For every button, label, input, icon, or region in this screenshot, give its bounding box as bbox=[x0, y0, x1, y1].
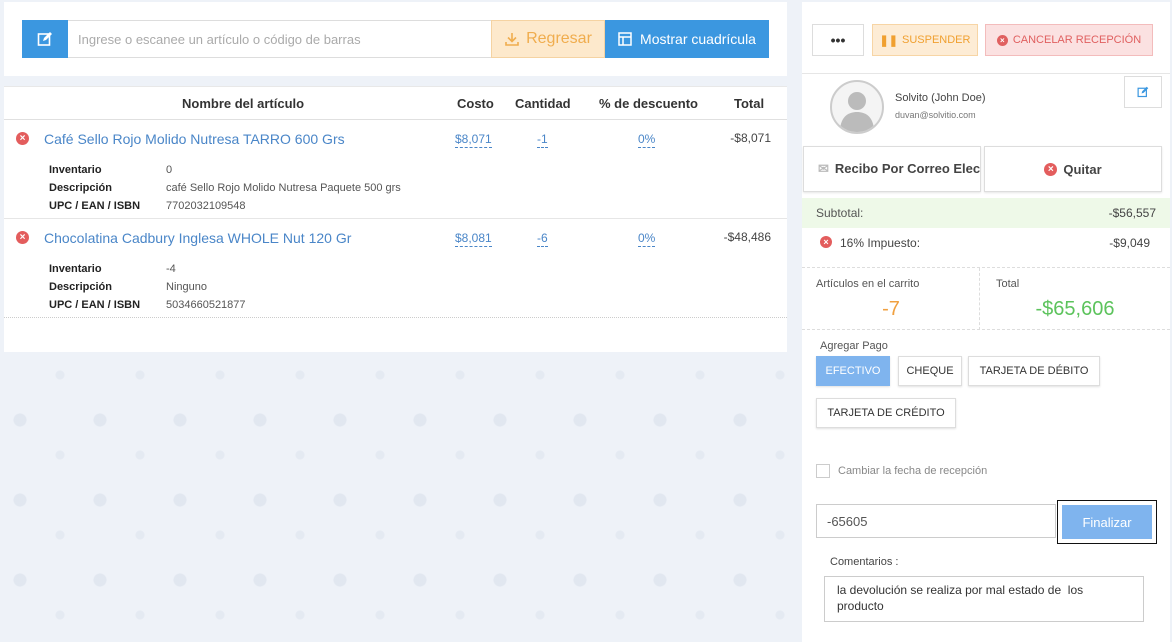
item-discount[interactable]: 0% bbox=[638, 132, 656, 148]
item-name-link[interactable]: Chocolatina Cadbury Inglesa WHOLE Nut 12… bbox=[44, 230, 351, 246]
comments-section: Comentarios : la devolución se realiza p… bbox=[802, 556, 1170, 640]
table-row: × Chocolatina Cadbury Inglesa WHOLE Nut … bbox=[4, 219, 787, 318]
items-table: Nombre del artículo Costo Cantidad % de … bbox=[4, 86, 787, 352]
change-date-checkbox[interactable]: Cambiar la fecha de recepción bbox=[816, 464, 987, 478]
edit-icon bbox=[1137, 86, 1149, 98]
item-upc: UPC / EAN / ISBN 7702032109548 bbox=[49, 200, 246, 212]
email-receipt-button[interactable]: ✉ Recibo Por Correo Electrónico bbox=[803, 146, 981, 192]
amount-input[interactable] bbox=[816, 504, 1056, 538]
avatar bbox=[830, 80, 884, 134]
customer-actions: ✉ Recibo Por Correo Electrónico × Quitar bbox=[802, 146, 1170, 194]
table-header: Nombre del artículo Costo Cantidad % de … bbox=[4, 86, 787, 120]
cart-items-cell: Artículos en el carrito -7 bbox=[802, 268, 980, 330]
item-description: Descripción café Sello Rojo Molido Nutres… bbox=[49, 182, 401, 194]
edit-item-button[interactable] bbox=[22, 20, 68, 58]
remove-label: Quitar bbox=[1063, 161, 1102, 177]
item-inventory: Inventario 0 bbox=[49, 164, 173, 176]
total-label: Total bbox=[996, 278, 1020, 290]
tax-row: × 16% Impuesto: -$9,049 bbox=[802, 228, 1170, 268]
finalize-focus-ring: Finalizar bbox=[1057, 500, 1157, 544]
tax-label: 16% Impuesto: bbox=[840, 236, 921, 250]
item-description: Descripción Ninguno bbox=[49, 281, 207, 293]
cancel-icon: × bbox=[996, 34, 1008, 46]
remove-icon: × bbox=[1044, 162, 1058, 176]
item-qty[interactable]: -1 bbox=[537, 132, 548, 148]
cancel-label: CANCELAR RECEPCIÓN bbox=[1012, 34, 1142, 46]
show-grid-button[interactable]: Mostrar cuadrícula bbox=[605, 20, 769, 58]
payment-section: Agregar Pago EFECTIVO CHEQUE TARJETA DE … bbox=[802, 330, 1170, 500]
customer-info: Solvito (John Doe) duvan@solvitio.com bbox=[802, 74, 1170, 146]
delete-item-icon[interactable]: × bbox=[16, 132, 29, 145]
suspend-button[interactable]: ❚❚ SUSPENDER bbox=[872, 24, 978, 56]
email-receipt-label: Recibo Por Correo Electrónico bbox=[834, 161, 981, 176]
pause-icon: ❚❚ bbox=[879, 34, 898, 47]
item-total: -$48,486 bbox=[723, 230, 771, 244]
edit-customer-button[interactable] bbox=[1124, 76, 1162, 108]
grid-icon bbox=[618, 32, 632, 46]
cancel-receiving-button[interactable]: × CANCELAR RECEPCIÓN bbox=[985, 24, 1153, 56]
grid-label: Mostrar cuadrícula bbox=[640, 31, 756, 47]
checkbox-box[interactable] bbox=[816, 464, 830, 478]
summary: Artículos en el carrito -7 Total -$65,60… bbox=[802, 268, 1170, 330]
header-qty: Cantidad bbox=[515, 96, 571, 111]
total-cell: Total -$65,606 bbox=[980, 268, 1170, 330]
remove-customer-button[interactable]: × Quitar bbox=[984, 146, 1162, 192]
payment-credit-button[interactable]: TARJETA DE CRÉDITO bbox=[816, 398, 956, 428]
register-actions: ••• ❚❚ SUSPENDER × CANCELAR RECEPCIÓN bbox=[802, 2, 1170, 74]
more-button[interactable]: ••• bbox=[812, 24, 864, 56]
user-icon bbox=[840, 92, 874, 132]
payment-cash-button[interactable]: EFECTIVO bbox=[816, 356, 890, 386]
customer-name: Solvito (John Doe) bbox=[895, 92, 986, 104]
download-icon bbox=[505, 33, 519, 46]
item-discount[interactable]: 0% bbox=[638, 231, 656, 247]
cart-items-label: Artículos en el carrito bbox=[816, 278, 920, 290]
add-payment-label: Agregar Pago bbox=[820, 340, 888, 352]
item-upc: UPC / EAN / ISBN 5034660521877 bbox=[49, 299, 246, 311]
header-name: Nombre del artículo bbox=[182, 96, 305, 111]
item-cost[interactable]: $8,081 bbox=[455, 231, 492, 247]
payment-debit-button[interactable]: TARJETA DE DÉBITO bbox=[968, 356, 1100, 386]
item-inventory: Inventario -4 bbox=[49, 263, 176, 275]
remove-tax-icon[interactable]: × bbox=[820, 236, 832, 248]
envelope-icon: ✉ bbox=[818, 161, 829, 176]
header-discount: % de descuento bbox=[599, 96, 698, 111]
change-date-label: Cambiar la fecha de recepción bbox=[838, 465, 988, 477]
cart-items-value: -7 bbox=[882, 298, 900, 320]
amount-row: Finalizar bbox=[802, 500, 1170, 560]
item-total: -$8,071 bbox=[730, 131, 771, 145]
comments-label: Comentarios : bbox=[830, 556, 899, 568]
register-sidebar: ••• ❚❚ SUSPENDER × CANCELAR RECEPCIÓN So… bbox=[802, 2, 1170, 642]
item-cost[interactable]: $8,071 bbox=[455, 132, 492, 148]
customer-email: duvan@solvitio.com bbox=[895, 110, 976, 120]
return-button[interactable]: Regresar bbox=[491, 20, 605, 58]
header-cost: Costo bbox=[457, 96, 494, 111]
total-value: -$65,606 bbox=[1035, 298, 1115, 320]
suspend-label: SUSPENDER bbox=[901, 34, 971, 46]
header-total: Total bbox=[734, 96, 765, 111]
payment-check-button[interactable]: CHEQUE bbox=[898, 356, 962, 386]
edit-icon bbox=[37, 32, 52, 46]
table-row: × Café Sello Rojo Molido Nutresa TARRO 6… bbox=[4, 120, 787, 219]
delete-item-icon[interactable]: × bbox=[16, 231, 29, 244]
subtotal-label: Subtotal: bbox=[816, 206, 864, 220]
return-label: Regresar bbox=[526, 30, 592, 47]
comments-textarea[interactable]: la devolución se realiza por mal estado … bbox=[824, 576, 1144, 622]
finalize-button[interactable]: Finalizar bbox=[1062, 505, 1152, 539]
item-name-link[interactable]: Café Sello Rojo Molido Nutresa TARRO 600… bbox=[44, 131, 345, 147]
tax-value: -$9,049 bbox=[1109, 236, 1150, 250]
scan-panel: Regresar Mostrar cuadrícula bbox=[4, 2, 787, 76]
search-input[interactable] bbox=[68, 20, 492, 58]
subtotal-row: Subtotal: -$56,557 bbox=[802, 198, 1170, 228]
subtotal-value: -$56,557 bbox=[1108, 206, 1156, 220]
item-qty[interactable]: -6 bbox=[537, 231, 548, 247]
